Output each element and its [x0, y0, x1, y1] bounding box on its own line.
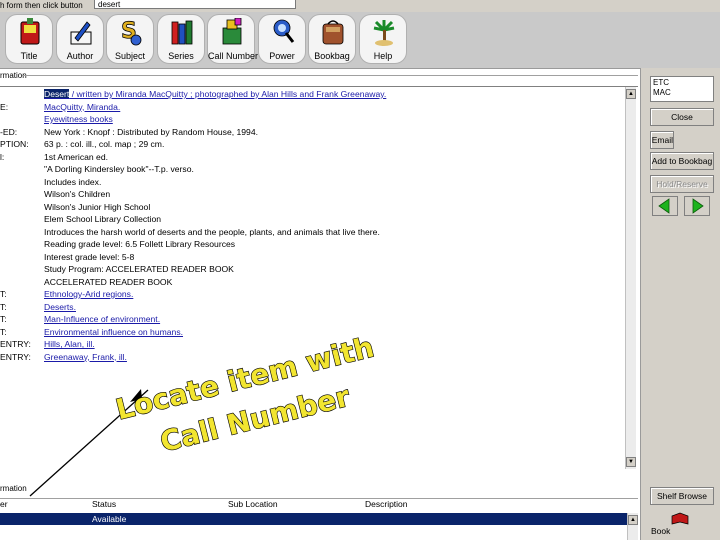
copies-col-1-header[interactable]: er [0, 499, 8, 510]
detail-row-label: PTION: [0, 139, 29, 149]
detail-row-label: ENTRY: [0, 351, 31, 362]
detail-row-label: T: [0, 301, 7, 312]
subject-icon: S [121, 19, 142, 46]
info-line-2: MAC [653, 88, 671, 97]
detail-row-link[interactable]: Deserts. [44, 301, 76, 313]
detail-row-label: ENTRY: [0, 339, 31, 349]
info-box: ETC MAC [650, 76, 714, 102]
copies-scroll-up-icon[interactable]: ▲ [628, 515, 638, 525]
pen-icon [70, 21, 92, 45]
detail-row-value: Introduces the harsh world of deserts an… [44, 226, 380, 237]
arrow-right-icon [692, 198, 704, 214]
detail-row-label: l: [0, 151, 5, 162]
power-button-label: Power [269, 51, 295, 61]
hold-reserve-button[interactable]: Hold/Reserve [650, 175, 714, 193]
copies-section-title: rmation [0, 484, 27, 493]
next-record-button[interactable] [684, 196, 710, 216]
book-format-label: Book [651, 526, 671, 536]
copies-scrollbar[interactable]: ▲ [627, 513, 638, 540]
search-input[interactable]: desert [94, 0, 296, 9]
detail-row-link[interactable]: Greenaway, Frank, ill. [44, 351, 127, 363]
detail-row-link[interactable]: MacQuitty, Miranda. [44, 101, 120, 113]
detail-row-label: E: [0, 101, 9, 112]
book-format-icon [671, 512, 689, 525]
detail-row-value: New York : Knopf : Distributed by Random… [44, 126, 259, 137]
series-button-label: Series [168, 51, 194, 61]
bookbag-icon [322, 20, 344, 45]
author-search-button[interactable]: Author [56, 14, 104, 64]
bookbag-button[interactable]: Bookbag [308, 14, 356, 64]
scroll-down-icon[interactable]: ▼ [626, 457, 636, 467]
title-detail-list: Desert / written by Miranda MacQuitty ; … [0, 86, 638, 472]
detail-row-label: T: [0, 289, 7, 299]
add-to-bookbag-button[interactable]: Add to Bookbag [650, 152, 714, 170]
close-button[interactable]: Close [650, 108, 714, 126]
detail-row-value: "A Dorling Kindersley book"--T.p. verso. [44, 164, 194, 174]
search-prompt: h form then click button [0, 1, 83, 10]
detail-row-link[interactable]: Environmental influence on humans. [44, 326, 183, 338]
shelf-browse-button[interactable]: Shelf Browse [650, 487, 714, 505]
detail-row-value: Study Program: ACCELERATED READER BOOK [44, 264, 234, 274]
detail-row-value: Includes index. [44, 176, 102, 187]
detail-row-value: Interest grade level: 5-8 [44, 251, 135, 262]
detail-row-label: T: [0, 314, 7, 324]
detail-row-value: Wilson's Children [44, 189, 111, 199]
copies-description-header[interactable]: Description [365, 499, 408, 510]
detail-row-value: Wilson's Junior High School [44, 201, 151, 212]
detail-row-label: -ED: [0, 126, 18, 137]
power-search-button[interactable]: Power [258, 14, 306, 64]
help-icon [373, 20, 395, 46]
detail-scrollbar[interactable]: ▲ ▼ [625, 87, 636, 469]
detail-row-value: Reading grade level: 6.5 Follett Library… [44, 239, 236, 249]
bookbag-button-label: Bookbag [314, 51, 350, 61]
highlighted-search-term: Desert [44, 89, 70, 99]
copy-row[interactable]: Available [0, 513, 627, 525]
call-number-icon [222, 18, 242, 45]
subject-search-button[interactable]: S Subject [106, 14, 154, 64]
book-icon [20, 18, 40, 45]
detail-row-label: T: [0, 326, 7, 337]
help-button-label: Help [373, 51, 393, 61]
copies-header: er Status Sub Location Description [0, 498, 638, 511]
series-search-button[interactable]: Series [157, 14, 205, 64]
detail-row-link[interactable]: Hills, Alan, ill. [44, 338, 95, 350]
title-button-label: Title [20, 51, 38, 61]
search-toolbar: Title Author S Subject Series Call Numbe… [0, 12, 720, 69]
title-search-button[interactable]: Title [5, 14, 53, 64]
copies-sublocation-header[interactable]: Sub Location [228, 499, 278, 510]
help-button[interactable]: Help [359, 14, 407, 64]
detail-row-value: ACCELERATED READER BOOK [44, 276, 173, 287]
call-number-search-button[interactable]: Call Number [207, 14, 259, 64]
detail-row-value: 1st American ed. [44, 151, 109, 162]
copy-status: Available [92, 514, 127, 524]
detail-row-link[interactable]: Desert / written by Miranda MacQuitty ; … [44, 88, 386, 100]
previous-record-button[interactable] [652, 196, 678, 216]
detail-row-link[interactable]: Eyewitness books [44, 113, 113, 125]
scroll-up-icon[interactable]: ▲ [626, 89, 636, 99]
power-icon [273, 19, 295, 43]
call-number-button-label: Call Number [208, 51, 259, 61]
subject-button-label: Subject [114, 51, 146, 61]
detail-row-value: Elem School Library Collection [44, 214, 162, 224]
info-line-1: ETC [653, 78, 669, 87]
detail-row-title-rest: / written by Miranda MacQuitty ; photogr… [69, 89, 387, 99]
author-button-label: Author [66, 51, 94, 61]
detail-row-link[interactable]: Ethnology-Arid regions. [44, 288, 133, 300]
email-button[interactable]: Email [650, 131, 674, 149]
books-icon [171, 20, 193, 45]
copies-status-header[interactable]: Status [92, 499, 116, 510]
detail-row-link[interactable]: Man-Influence of environment. [44, 313, 160, 325]
detail-row-value: 63 p. : col. ill., col. map ; 29 cm. [44, 139, 165, 149]
section-divider [22, 75, 638, 76]
arrow-left-icon [658, 198, 670, 214]
